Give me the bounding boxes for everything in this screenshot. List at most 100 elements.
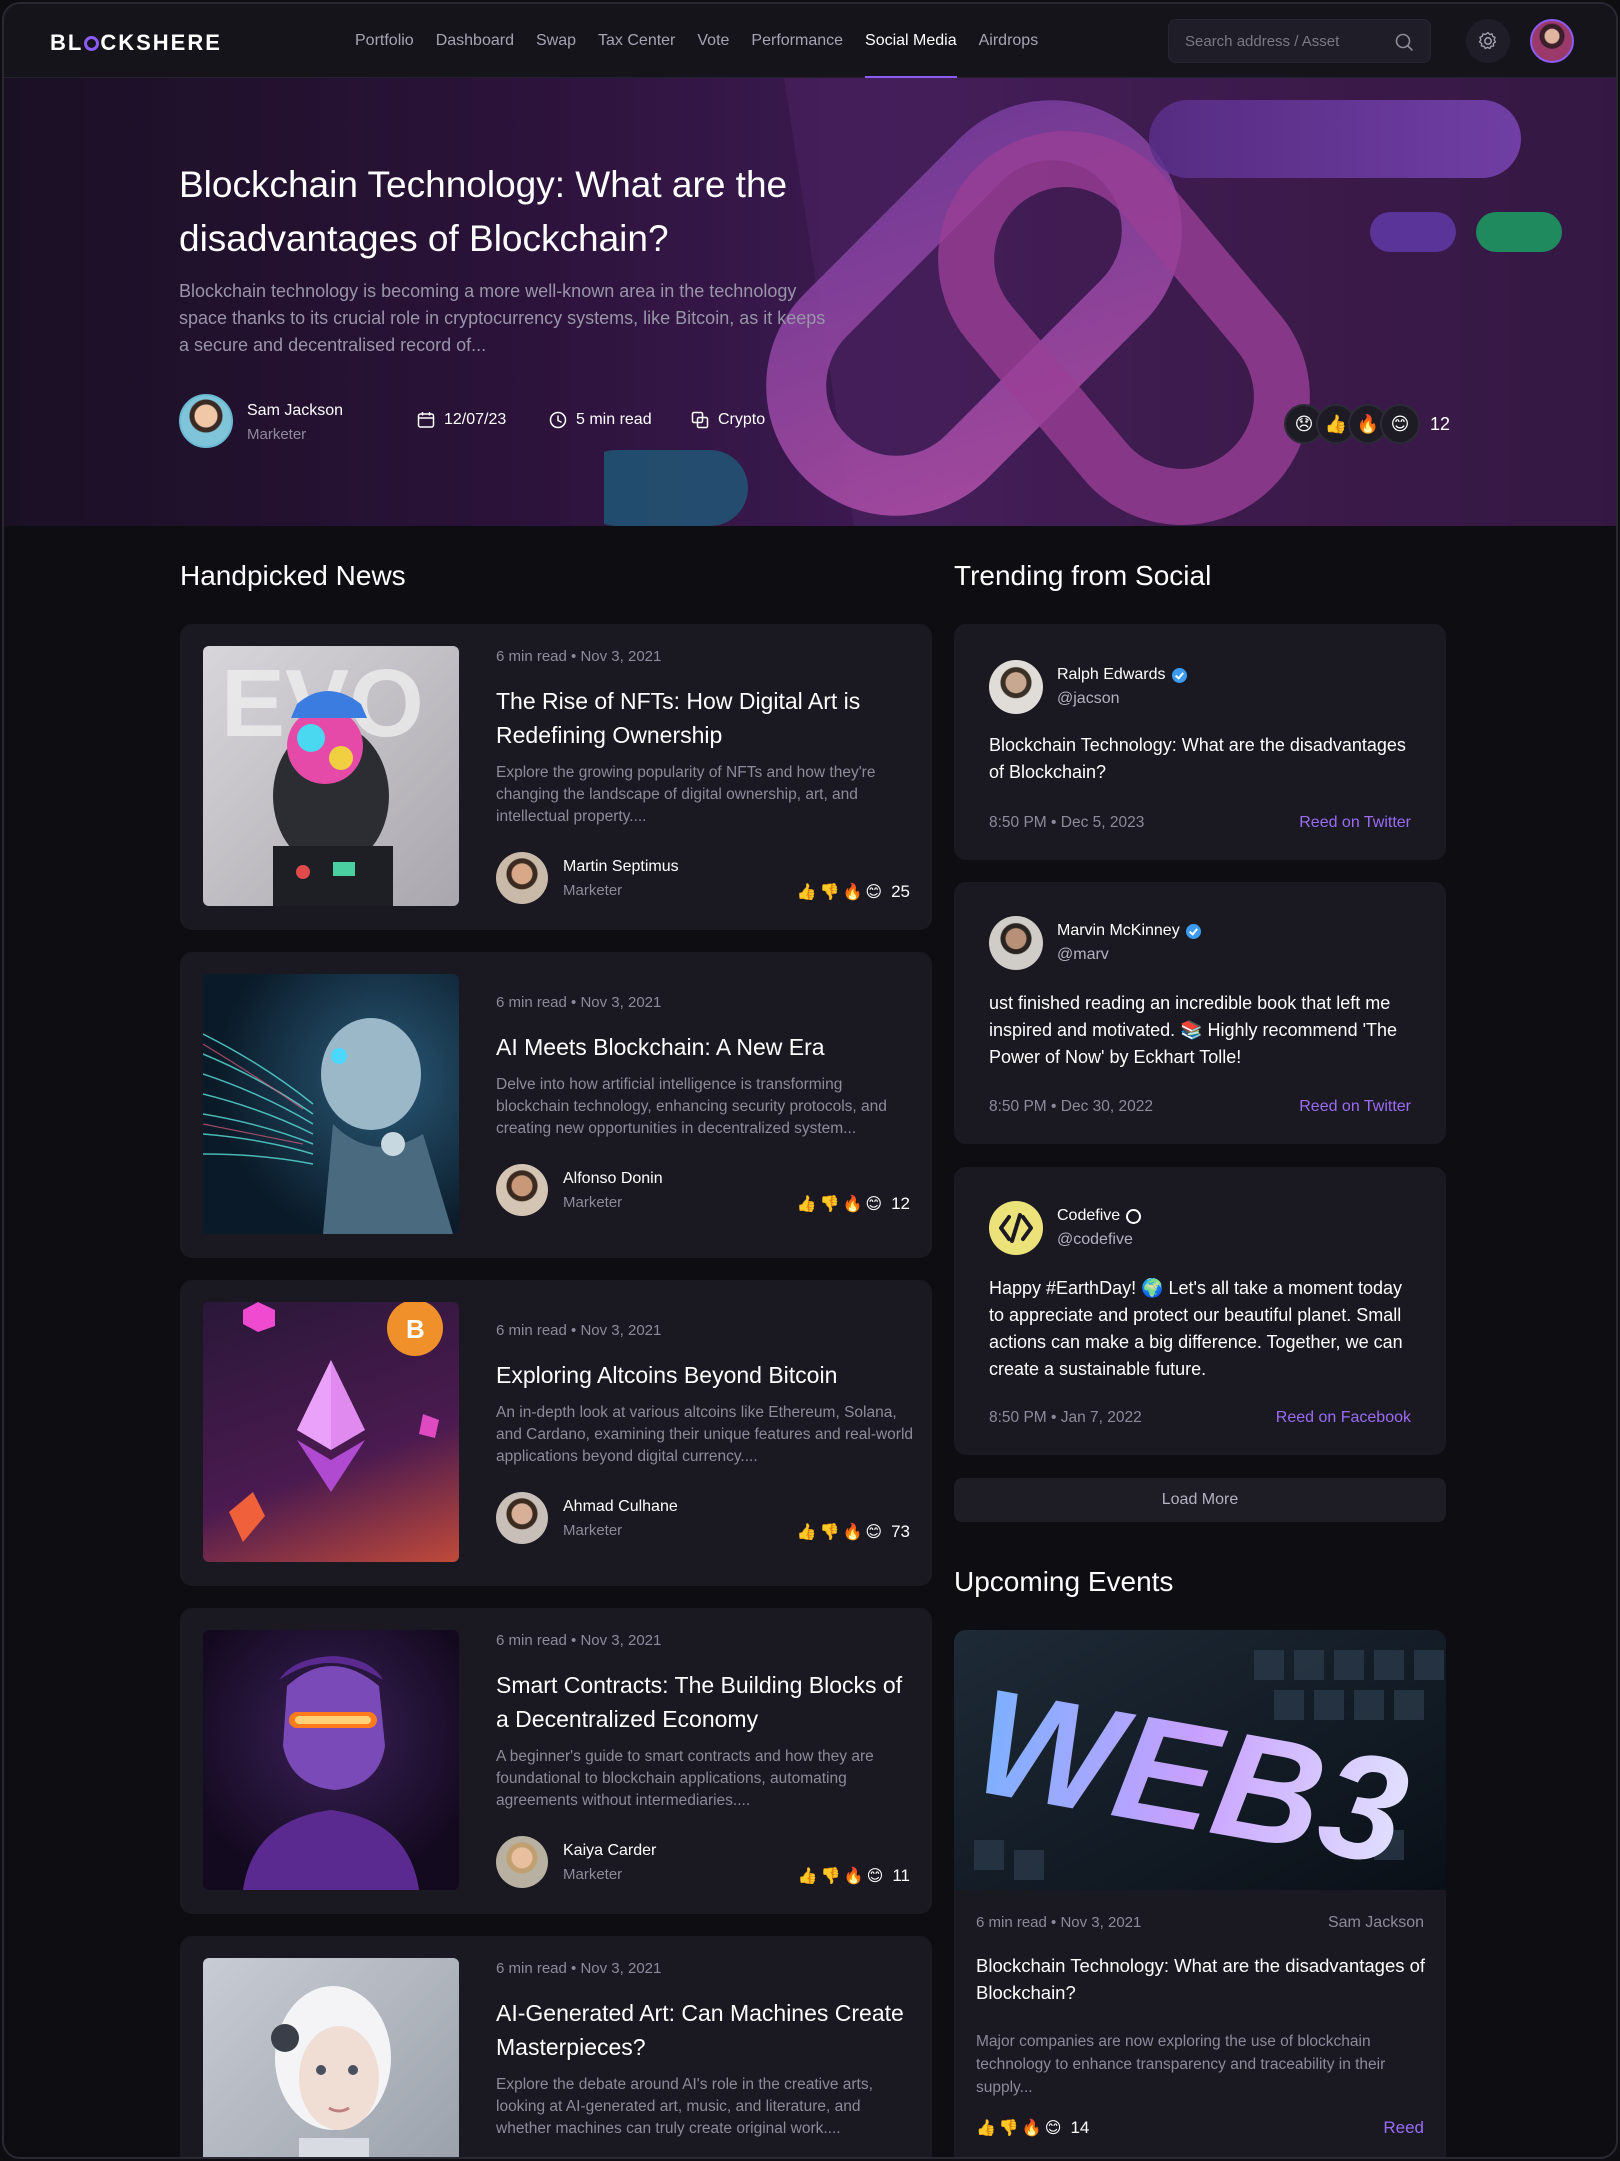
author-name: Kaiya Carder [563,1842,657,1859]
tweet-author: Codefive [1057,1207,1142,1225]
nav-link-airdrops[interactable]: Airdrops [979,4,1039,78]
event-meta: 6 min read • Nov 3, 2021 [976,1914,1142,1931]
tweet-text: ust finished reading an incredible book … [989,993,1398,1067]
logo[interactable]: BL CKSHERE [50,30,222,56]
thumbs-up-icon[interactable]: 👍 [797,882,817,902]
svg-text:B: B [406,1314,425,1344]
thumbs-down-icon[interactable]: 👎 [820,1522,840,1542]
news-title[interactable]: AI-Generated Art: Can Machines Create Ma… [496,1996,906,2064]
reaction-count: 11 [892,1866,910,1885]
smile-icon[interactable]: 😊 [865,1522,882,1542]
hero-category: Crypto [718,411,766,428]
reaction-count: 12 [1430,413,1451,434]
handpicked-news-title: Handpicked News [180,560,406,591]
thumbs-down-icon[interactable]: 👎 [999,2118,1019,2138]
thumbs-down-icon[interactable]: 👎 [820,1194,840,1214]
news-title[interactable]: Exploring Altcoins Beyond Bitcoin [496,1358,906,1392]
event-title[interactable]: Blockchain Technology: What are the disa… [976,1952,1426,2006]
category-icon [691,411,709,429]
nav-link-swap[interactable]: Swap [536,4,576,78]
news-card[interactable]: B 6 min read • Nov 3, 2021 Exploring Alt… [180,1280,932,1586]
tweet-date: 8:50 PM • Jan 7, 2022 [989,1409,1142,1426]
event-image-web3: WEB3 [954,1630,1446,1890]
tweet-card[interactable]: Marvin McKinney @marv ust finished readi… [954,882,1446,1144]
author-name: Sam Jackson [247,402,344,419]
news-card[interactable]: 6 min read • Nov 3, 2021 AI Meets Blockc… [180,952,932,1258]
nav-link-vote[interactable]: Vote [697,4,729,78]
nav-link-tax-center[interactable]: Tax Center [598,4,675,78]
thumbs-up-icon[interactable]: 👍 [797,1194,817,1214]
news-card[interactable]: 6 min read • Nov 3, 2021 Smart Contracts… [180,1608,932,1914]
news-description: An in-depth look at various altcoins lik… [496,1404,914,1465]
nav-link-portfolio[interactable]: Portfolio [355,4,414,78]
nav-link-social-media[interactable]: Social Media [865,4,957,78]
tweet-card[interactable]: Ralph Edwards @jacson Blockchain Technol… [954,624,1446,860]
news-title[interactable]: AI Meets Blockchain: A New Era [496,1030,906,1064]
tweet-card[interactable]: Codefive @codefive Happy #EarthDay! 🌍 Le… [954,1167,1446,1455]
author-role: Marketer [563,1194,623,1211]
search-icon[interactable] [1394,32,1414,52]
user-avatar[interactable] [1530,19,1574,63]
thumbs-down-icon[interactable]: 👎 [821,1866,841,1886]
event-description: Major companies are now exploring the us… [976,2033,1386,2096]
author-avatar [179,394,233,448]
settings-button[interactable] [1466,19,1510,63]
author-name: Ahmad Culhane [563,1498,678,1515]
fire-icon[interactable]: 🔥 [1022,2118,1042,2138]
hero-read-time: 5 min read [576,411,652,428]
news-reactions[interactable]: 👍 👎 🔥 😊 73 [797,1522,910,1542]
hero-title: Blockchain Technology: What are the disa… [179,164,788,259]
thumbs-up-icon[interactable]: 👍 [976,2118,996,2138]
news-reactions[interactable]: 👍 👎 🔥 😊 11 [798,1866,910,1886]
news-image-statue [203,1630,459,1890]
fire-icon[interactable]: 🔥 [842,1194,862,1214]
top-navbar: BL CKSHERE Portfolio Dashboard Swap Tax C… [4,4,1616,78]
news-title[interactable]: Smart Contracts: The Building Blocks of … [496,1668,906,1736]
smile-icon[interactable]: 😊 [865,882,882,902]
thumbs-down-icon[interactable]: 👎 [820,882,840,902]
news-image-ethereum: B [203,1302,459,1562]
hero-date: 12/07/23 [444,411,507,428]
fire-icon[interactable]: 🔥 [842,882,862,902]
nav-link-performance[interactable]: Performance [751,4,843,78]
tweet-avatar [989,660,1043,714]
load-more-button[interactable]: Load More [954,1478,1446,1522]
read-on-twitter-link[interactable]: Reed on Twitter [1299,1098,1411,1116]
news-reactions[interactable]: 👍 👎 🔥 😊 25 [797,882,910,902]
search-box [1168,19,1431,63]
news-description: Explore the growing popularity of NFTs a… [496,764,876,825]
event-reactions[interactable]: 👍 👎 🔥 😊 14 [976,2118,1089,2138]
hero-reactions[interactable]: 😞 👍 🔥 😊 12 [1284,404,1450,444]
tweet-handle: @jacson [1057,690,1120,707]
author-role: Marketer [563,1522,623,1539]
thumbs-up-icon[interactable]: 👍 [797,1522,817,1542]
fire-icon[interactable]: 🔥 [842,1522,862,1542]
smile-icon[interactable]: 😊 [867,1866,884,1886]
hero-banner: Blockchain Technology: What are the disa… [4,78,1616,526]
read-on-twitter-link[interactable]: Reed on Twitter [1299,814,1411,832]
nav-links: Portfolio Dashboard Swap Tax Center Vote… [355,4,1038,78]
category-chip[interactable]: Crypto [690,410,765,430]
author-avatar [496,852,548,904]
read-on-facebook-link[interactable]: Reed on Facebook [1276,1409,1411,1427]
news-card[interactable]: EVO 6 min read • Nov 3, 2021 The Rise of… [180,624,932,930]
reaction-smile-icon[interactable]: 😊 [1380,404,1420,444]
event-card[interactable]: WEB3 6 min read • Nov 3, 2021 Sam Jackso… [954,1630,1446,2157]
search-input[interactable] [1185,20,1385,62]
news-card[interactable]: 6 min read • Nov 3, 2021 AI-Generated Ar… [180,1936,932,2157]
news-reactions[interactable]: 👍 👎 🔥 😊 12 [797,1194,910,1214]
tweet-avatar [989,916,1043,970]
nav-link-dashboard[interactable]: Dashboard [436,4,514,78]
news-meta: 6 min read • Nov 3, 2021 [496,648,662,665]
app-frame: BL CKSHERE Portfolio Dashboard Swap Tax C… [2,2,1618,2159]
smile-icon[interactable]: 😊 [1045,2118,1062,2138]
globe-icon [1126,1208,1142,1224]
fire-icon[interactable]: 🔥 [844,1866,864,1886]
news-title[interactable]: The Rise of NFTs: How Digital Art is Red… [496,684,906,752]
smile-icon[interactable]: 😊 [865,1194,882,1214]
read-link[interactable]: Reed [1383,2118,1424,2138]
thumbs-up-icon[interactable]: 👍 [798,1866,818,1886]
tweet-text: Happy #EarthDay! 🌍 Let's all take a mome… [989,1278,1403,1379]
tweet-handle: @marv [1057,946,1109,963]
tweet-date: 8:50 PM • Dec 5, 2023 [989,814,1145,831]
